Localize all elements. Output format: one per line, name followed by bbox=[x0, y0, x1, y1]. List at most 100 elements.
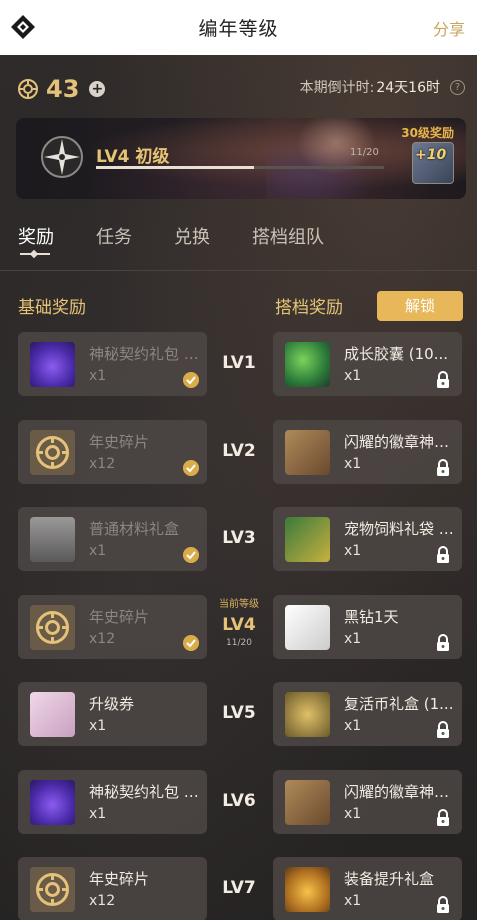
countdown-value: 24天16时 bbox=[376, 80, 440, 96]
level-label: LV7 bbox=[222, 878, 256, 898]
reward-row: 神秘契约礼包 (1... x1 成长胶囊 (10... x1 LV1 bbox=[0, 332, 477, 396]
partner-reward-card[interactable]: 复活币礼盒 (1... x1 bbox=[273, 682, 462, 746]
unlock-button[interactable]: 解锁 bbox=[377, 291, 463, 321]
reward-name: 神秘契约礼包 (1... bbox=[89, 782, 201, 801]
partner-reward-card[interactable]: 成长胶囊 (10... x1 bbox=[273, 332, 462, 396]
claimed-check-icon bbox=[183, 634, 199, 651]
revive-coin-icon bbox=[285, 692, 330, 737]
reward-quantity: x1 bbox=[89, 805, 107, 822]
back-diamond-icon[interactable] bbox=[10, 14, 36, 40]
partner-reward-card[interactable]: 黑钻1天 x1 bbox=[273, 594, 462, 659]
partner-reward-card[interactable]: 宠物饲料礼袋 (1... x1 bbox=[273, 507, 462, 571]
tab-exchange-label: 兑换 bbox=[174, 227, 210, 248]
level-label: LV6 bbox=[222, 790, 256, 811]
share-button[interactable]: 分享 bbox=[433, 16, 465, 40]
tab-bar: 奖励 任务 兑换 搭档组队 bbox=[18, 223, 366, 255]
level-label: LV1 bbox=[222, 353, 256, 373]
active-tab-indicator bbox=[20, 253, 50, 255]
basic-reward-card[interactable]: 神秘契约礼包 (1... x1 bbox=[18, 332, 207, 396]
tab-rewards[interactable]: 奖励 bbox=[18, 223, 54, 255]
reward-quantity: x1 bbox=[89, 543, 107, 559]
milestone-reward-badge: +10 bbox=[415, 147, 447, 163]
currency-row: 43 + bbox=[18, 75, 106, 103]
reward-quantity: x1 bbox=[344, 543, 362, 559]
reward-row: 年史碎片 x12 黑钻1天 x1 当前等级 LV4 11/20 bbox=[0, 594, 477, 659]
tab-tasks-label: 任务 bbox=[96, 227, 132, 248]
help-icon[interactable]: ? bbox=[450, 79, 465, 95]
reward-name: 成长胶囊 (10... bbox=[344, 345, 449, 363]
reward-quantity: x1 bbox=[344, 455, 362, 472]
basic-reward-card[interactable]: 升级券 x1 bbox=[18, 682, 207, 746]
ticket-icon bbox=[30, 692, 75, 737]
reward-name: 装备提升礼盒 bbox=[344, 870, 435, 888]
current-level-text: LV4 初级 bbox=[96, 147, 170, 167]
reward-quantity: x12 bbox=[89, 893, 116, 909]
reward-quantity: x1 bbox=[89, 718, 107, 734]
reward-quantity: x12 bbox=[89, 630, 116, 647]
reward-name: 宠物饲料礼袋 (1... bbox=[344, 520, 456, 538]
add-currency-icon[interactable]: + bbox=[89, 81, 106, 97]
tab-partner-team-label: 搭档组队 bbox=[252, 227, 324, 248]
token-icon bbox=[30, 604, 75, 650]
tab-tasks[interactable]: 任务 bbox=[96, 223, 132, 249]
countdown-label: 本期倒计时: bbox=[299, 80, 375, 96]
medal-chest-icon bbox=[285, 779, 330, 825]
lock-icon bbox=[437, 458, 449, 476]
reward-name: 复活币礼盒 (1... bbox=[344, 695, 454, 713]
lock-icon bbox=[437, 721, 449, 738]
reward-row: 神秘契约礼包 (1... x1 闪耀的徽章神秘... x1 LV6 bbox=[0, 769, 477, 834]
page-title: 编年等级 bbox=[198, 18, 279, 40]
basic-reward-card[interactable]: 年史碎片 x12 bbox=[18, 594, 207, 659]
partner-reward-card[interactable]: 闪耀的徽章神秘... x1 bbox=[273, 419, 462, 484]
reward-quantity: x1 bbox=[344, 893, 362, 909]
partner-reward-card[interactable]: 装备提升礼盒 x1 bbox=[273, 857, 462, 920]
milestone-reward-item[interactable]: +10 bbox=[412, 142, 454, 184]
basic-reward-card[interactable]: 年史碎片 x12 bbox=[18, 857, 207, 920]
banner-art bbox=[266, 118, 406, 199]
basic-reward-card[interactable]: 神秘契约礼包 (1... x1 bbox=[18, 769, 207, 834]
coin-icon bbox=[18, 79, 38, 99]
claimed-check-icon bbox=[183, 372, 199, 388]
current-level-label: 当前等级 bbox=[219, 598, 259, 610]
reward-name: 神秘契约礼包 (1... bbox=[89, 345, 201, 363]
tab-rewards-label: 奖励 bbox=[18, 227, 54, 248]
level-label: LV5 bbox=[222, 703, 256, 723]
level-progress-fill bbox=[96, 166, 255, 169]
partner-rewards-heading: 搭档奖励 bbox=[275, 298, 343, 318]
reward-row: 年史碎片 x12 闪耀的徽章神秘... x1 LV2 bbox=[0, 419, 477, 484]
exp-capsule-icon bbox=[285, 342, 330, 387]
tab-divider bbox=[0, 270, 477, 271]
claimed-check-icon bbox=[183, 547, 199, 563]
reward-name: 普通材料礼盒 bbox=[89, 520, 180, 538]
tab-exchange[interactable]: 兑换 bbox=[174, 223, 210, 249]
level-banner: LV4 初级 11/20 30级奖励 +10 bbox=[16, 118, 466, 199]
reward-name: 年史碎片 bbox=[89, 607, 150, 626]
token-icon bbox=[30, 429, 75, 475]
lock-icon bbox=[437, 546, 449, 563]
partner-reward-card[interactable]: 闪耀的徽章神秘... x1 bbox=[273, 769, 462, 834]
basic-reward-card[interactable]: 普通材料礼盒 x1 bbox=[18, 507, 207, 571]
reward-quantity: x1 bbox=[89, 368, 107, 384]
reward-quantity: x1 bbox=[344, 368, 362, 384]
reward-name: 年史碎片 bbox=[89, 870, 150, 888]
chest-icon bbox=[30, 517, 75, 562]
medal-chest-icon bbox=[285, 429, 330, 475]
reward-quantity: x12 bbox=[89, 455, 116, 472]
reward-row: 年史碎片 x12 装备提升礼盒 x1 LV7 bbox=[0, 857, 477, 920]
lock-icon bbox=[437, 808, 449, 826]
level-progress-bar bbox=[96, 166, 384, 169]
reward-name: 年史碎片 bbox=[89, 432, 150, 451]
bag-icon bbox=[30, 342, 75, 387]
current-level-marker: 当前等级 LV4 11/20 bbox=[208, 595, 270, 648]
tab-partner-team[interactable]: 搭档组队 bbox=[252, 223, 324, 249]
reward-row: 普通材料礼盒 x1 宠物饲料礼袋 (1... x1 LV3 bbox=[0, 507, 477, 571]
current-level-progress: 11/20 bbox=[226, 637, 252, 648]
feed-bag-icon bbox=[285, 517, 330, 562]
level-label: LV3 bbox=[222, 528, 256, 548]
countdown: 本期倒计时: 24天16时 ? bbox=[300, 77, 465, 97]
bag-icon bbox=[30, 779, 75, 825]
diamond-icon bbox=[285, 604, 330, 650]
currency-value: 43 bbox=[46, 75, 80, 103]
level-label: LV2 bbox=[222, 440, 256, 461]
basic-reward-card[interactable]: 年史碎片 x12 bbox=[18, 419, 207, 484]
